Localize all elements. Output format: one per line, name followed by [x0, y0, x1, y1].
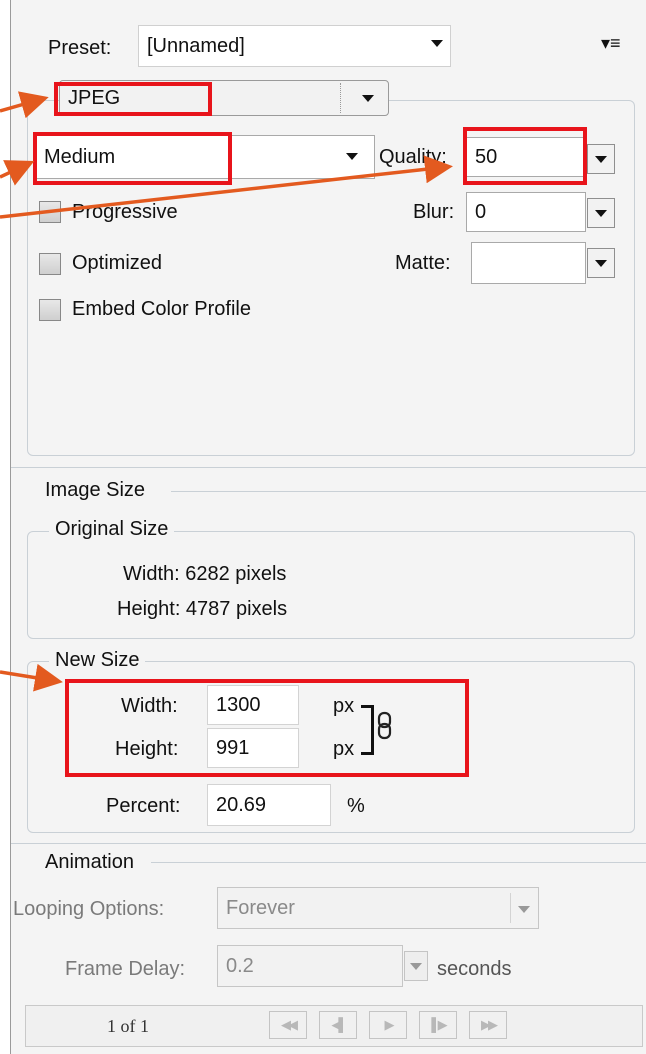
quality-preset-arrow — [0, 160, 35, 186]
format-arrow — [0, 91, 49, 119]
new-size-arrow — [0, 663, 63, 692]
annotation-arrows — [0, 91, 453, 692]
quality-arrow — [0, 155, 453, 219]
